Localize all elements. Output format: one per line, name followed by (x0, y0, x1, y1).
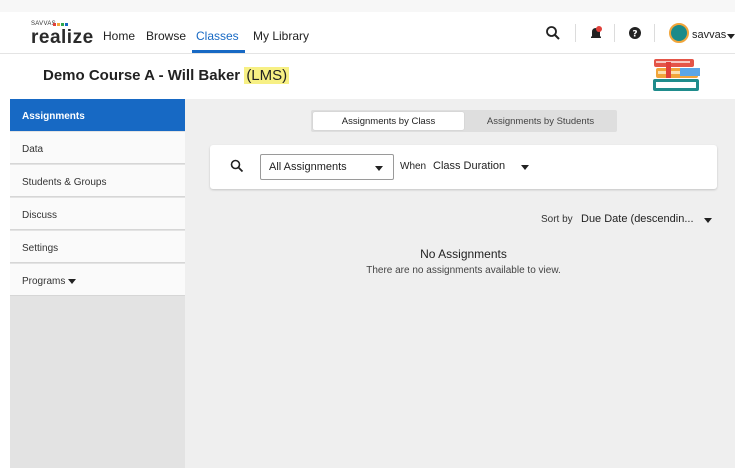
course-title-text: Demo Course A - Will Baker (43, 67, 241, 84)
nav-separator (654, 24, 655, 42)
chevron-down-icon (68, 279, 76, 284)
notification-icon[interactable] (588, 25, 604, 41)
when-filter-select[interactable]: Class Duration (430, 155, 533, 179)
course-header: Demo Course A - Will Baker (LMS) (0, 55, 735, 98)
when-label: When (400, 161, 427, 172)
filter-bar: All Assignments When Class Duration (210, 145, 717, 189)
chevron-down-icon (521, 165, 529, 170)
sidebar-item-label: Programs (22, 276, 66, 287)
tab-assignments-by-students[interactable]: Assignments by Students (466, 112, 615, 130)
top-strip (0, 0, 735, 12)
avatar[interactable] (669, 23, 689, 43)
sidebar-item-students-groups[interactable]: Students & Groups (10, 165, 185, 197)
chevron-down-icon[interactable] (704, 218, 712, 223)
top-navbar: SAVVAS realize Home Browse Classes My Li… (0, 12, 735, 54)
sidebar: Assignments Data Students & Groups Discu… (10, 99, 185, 468)
chevron-down-icon[interactable] (727, 34, 735, 39)
sidebar-item-label: Discuss (22, 210, 58, 221)
when-filter-value: Class Duration (433, 160, 506, 172)
nav-separator (575, 24, 576, 42)
search-icon[interactable] (545, 25, 561, 41)
nav-browse[interactable]: Browse (146, 29, 186, 43)
page-title: Demo Course A - Will Baker (LMS) (43, 67, 290, 84)
nav-home[interactable]: Home (103, 29, 135, 43)
lms-tag: (LMS) (244, 67, 290, 84)
svg-text:?: ? (632, 30, 637, 40)
nav-separator (614, 24, 615, 42)
active-nav-indicator (192, 50, 245, 53)
sidebar-item-data[interactable]: Data (10, 132, 185, 164)
assignment-filter-value: All Assignments (269, 161, 347, 173)
sidebar-item-assignments[interactable]: Assignments (10, 99, 185, 131)
chevron-down-icon (375, 166, 383, 171)
search-icon[interactable] (230, 159, 244, 173)
logo-wordmark: realize (31, 27, 94, 48)
sidebar-item-settings[interactable]: Settings (10, 231, 185, 263)
sort-select[interactable]: Due Date (descendin... (581, 213, 694, 225)
sidebar-item-label: Students & Groups (22, 177, 107, 188)
tab-assignments-by-class[interactable]: Assignments by Class (313, 112, 464, 130)
assignment-view-tabs: Assignments by Class Assignments by Stud… (311, 110, 617, 132)
sidebar-item-label: Settings (22, 243, 59, 254)
sort-label: Sort by (541, 214, 573, 225)
books-icon (653, 59, 700, 91)
help-icon[interactable]: ? (627, 25, 643, 41)
empty-state-message: There are no assignments available to vi… (366, 265, 561, 276)
realize-logo[interactable]: SAVVAS realize (31, 21, 94, 48)
nav-my-library[interactable]: My Library (253, 29, 309, 43)
sidebar-item-label: Data (22, 144, 44, 155)
nav-classes[interactable]: Classes (196, 29, 239, 43)
user-name[interactable]: savvas (692, 29, 726, 41)
sidebar-item-programs[interactable]: Programs (10, 264, 185, 296)
empty-state-title: No Assignments (420, 247, 507, 261)
assignment-filter-select[interactable]: All Assignments (260, 154, 394, 180)
sidebar-item-label: Assignments (22, 111, 85, 122)
sidebar-item-discuss[interactable]: Discuss (10, 198, 185, 230)
main-content: Assignments by Class Assignments by Stud… (185, 99, 735, 468)
